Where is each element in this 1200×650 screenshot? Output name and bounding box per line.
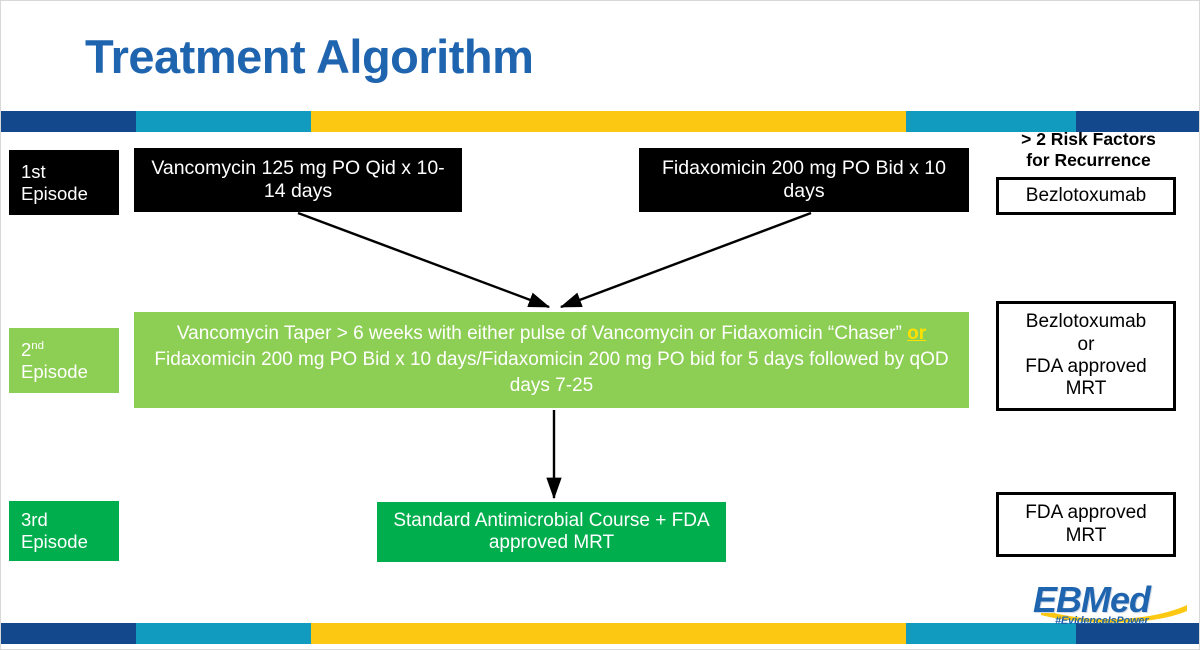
episode-2-ordinal: 2nd xyxy=(21,338,45,360)
episode-3-word: Episode xyxy=(21,531,88,552)
treatment-box-second-line: Vancomycin Taper > 6 weeks with either p… xyxy=(134,312,969,408)
page-title: Treatment Algorithm xyxy=(85,30,534,83)
episode-label-3rd: 3rd Episode xyxy=(9,501,119,561)
arrow-vancomycin-to-second-line xyxy=(297,211,551,309)
arrow-fidaxomicin-to-second-line xyxy=(559,211,812,309)
right-box-bezlotoxumab: Bezlotoxumab xyxy=(996,177,1176,215)
right-box-bezlotoxumab-or-mrt: Bezlotoxumab or FDA approved MRT xyxy=(996,301,1176,411)
episode-2-word: Episode xyxy=(21,360,88,382)
treatment-box-fidaxomicin-first-line: Fidaxomicin 200 mg PO Bid x 10 days xyxy=(639,148,969,212)
right-column-header: > 2 Risk Factors for Recurrence xyxy=(1001,129,1176,171)
slide-canvas: Treatment Algorithm 1st Episode 2nd Epis… xyxy=(0,0,1200,650)
right-column-header-line2: for Recurrence xyxy=(1026,150,1151,170)
band-segment-gold xyxy=(311,111,921,132)
treatment-box-vancomycin-first-line: Vancomycin 125 mg PO Qid x 10-14 days xyxy=(134,148,462,212)
second-line-part1: Vancomycin Taper > 6 weeks with either p… xyxy=(176,322,908,344)
second-line-part2: Fidaxomicin 200 mg PO Bid x 10 days/Fida… xyxy=(154,348,949,397)
band-segment-navy-left xyxy=(1,111,151,132)
band-bottom-segment-navy-left xyxy=(1,623,151,644)
episode-label-1st: 1st Episode xyxy=(9,150,119,215)
band-bottom-segment-gold xyxy=(311,623,921,644)
band-segment-teal-left xyxy=(136,111,326,132)
logo-tagline: #EvidenceIsPower xyxy=(1055,615,1149,627)
episode-label-2nd: 2nd Episode xyxy=(9,328,119,393)
second-line-or-keyword: or xyxy=(907,322,927,344)
bottom-decorative-band xyxy=(1,623,1199,644)
ebmed-logo: EBMed #EvidenceIsPower xyxy=(1033,579,1193,629)
episode-1-word: Episode xyxy=(21,182,88,204)
treatment-box-third-line: Standard Antimicrobial Course + FDA appr… xyxy=(377,502,726,562)
episode-3-ordinal: 3rd xyxy=(21,509,48,531)
episode-2-suffix: nd xyxy=(31,339,45,352)
right-box-fda-approved-mrt: FDA approved MRT xyxy=(996,492,1176,557)
band-bottom-segment-teal-left xyxy=(136,623,326,644)
right-column-header-line1: > 2 Risk Factors xyxy=(1021,129,1156,149)
episode-1-ordinal: 1st xyxy=(21,160,46,182)
